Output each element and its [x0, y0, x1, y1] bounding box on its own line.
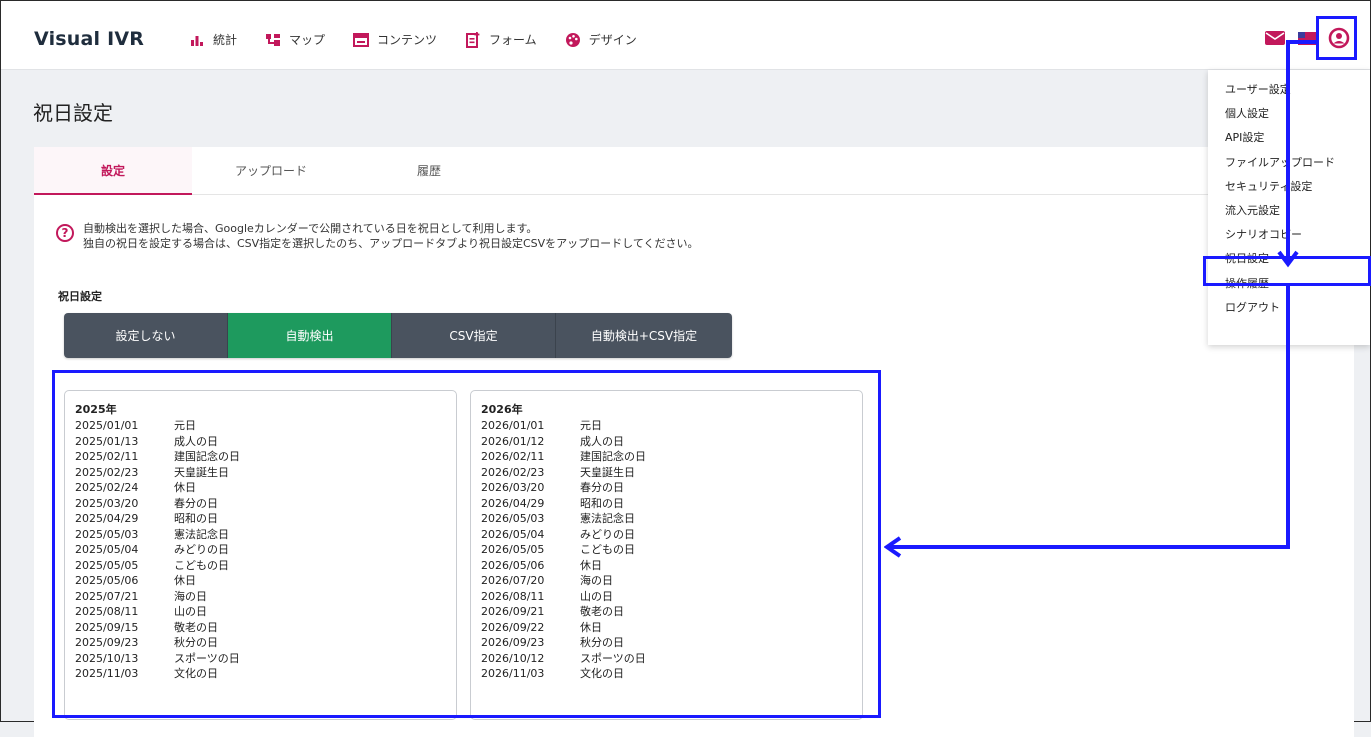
option-auto-csv-button[interactable]: 自動検出+CSV指定: [556, 313, 732, 358]
nav-stats[interactable]: 統計: [189, 31, 237, 48]
annotation-arrow: [890, 545, 1290, 549]
nav-label: マップ: [289, 33, 326, 47]
nav-contents[interactable]: コンテンツ: [353, 31, 437, 48]
holiday-setting-label: 祝日設定: [58, 290, 102, 303]
annotation-arrow: [1286, 40, 1290, 264]
nav-label: コンテンツ: [377, 33, 438, 47]
info-line: 独自の祝日を設定する場合は、CSV指定を選択したのち、アップロードタブより祝日設…: [83, 237, 699, 250]
top-header: Visual IVR 統計 マップ コンテンツ フォーム デザイン: [1, 1, 1370, 70]
holiday-mode-selector: 設定しない 自動検出 CSV指定 自動検出+CSV指定: [64, 313, 732, 358]
page-title: 祝日設定: [33, 101, 113, 125]
app-logo[interactable]: Visual IVR: [34, 28, 144, 50]
language-icon[interactable]: [1296, 27, 1318, 49]
annotation-highlight-lists: [52, 370, 881, 718]
tab-history[interactable]: 履歴: [350, 147, 508, 193]
nav-label: 統計: [213, 33, 238, 47]
nav-form[interactable]: フォーム: [465, 31, 537, 48]
annotation-arrow: [1286, 40, 1318, 44]
design-icon: [565, 32, 581, 48]
nav-map[interactable]: マップ: [265, 31, 325, 48]
option-none-button[interactable]: 設定しない: [64, 313, 228, 358]
nav-design[interactable]: デザイン: [565, 31, 637, 48]
info-line: 自動検出を選択した場合、Googleカレンダーで公開されている日を祝日として利用…: [83, 222, 538, 235]
annotation-arrow: [1286, 286, 1290, 548]
nav-label: フォーム: [489, 33, 537, 47]
annotation-arrowhead-down: [1277, 250, 1299, 268]
option-csv-button[interactable]: CSV指定: [392, 313, 556, 358]
main-nav: 統計 マップ コンテンツ フォーム デザイン: [189, 31, 665, 48]
nav-label: デザイン: [588, 33, 637, 47]
tab-bar: 設定 アップロード 履歴: [34, 147, 1354, 195]
form-icon: [465, 31, 481, 48]
map-icon: [265, 32, 281, 48]
contents-icon: [353, 32, 370, 48]
mail-icon[interactable]: [1264, 27, 1286, 49]
tab-settings[interactable]: 設定: [34, 147, 192, 195]
stats-icon: [189, 32, 205, 48]
tab-upload[interactable]: アップロード: [192, 147, 350, 193]
info-text: 自動検出を選択した場合、Googleカレンダーで公開されている日を祝日として利用…: [83, 221, 699, 251]
annotation-arrowhead-left: [884, 536, 902, 558]
info-note: ? 自動検出を選択した場合、Googleカレンダーで公開されている日を祝日として…: [56, 221, 699, 251]
option-auto-detect-button[interactable]: 自動検出: [228, 313, 392, 358]
help-icon: ?: [56, 224, 74, 242]
annotation-highlight-user-icon: [1316, 16, 1357, 60]
